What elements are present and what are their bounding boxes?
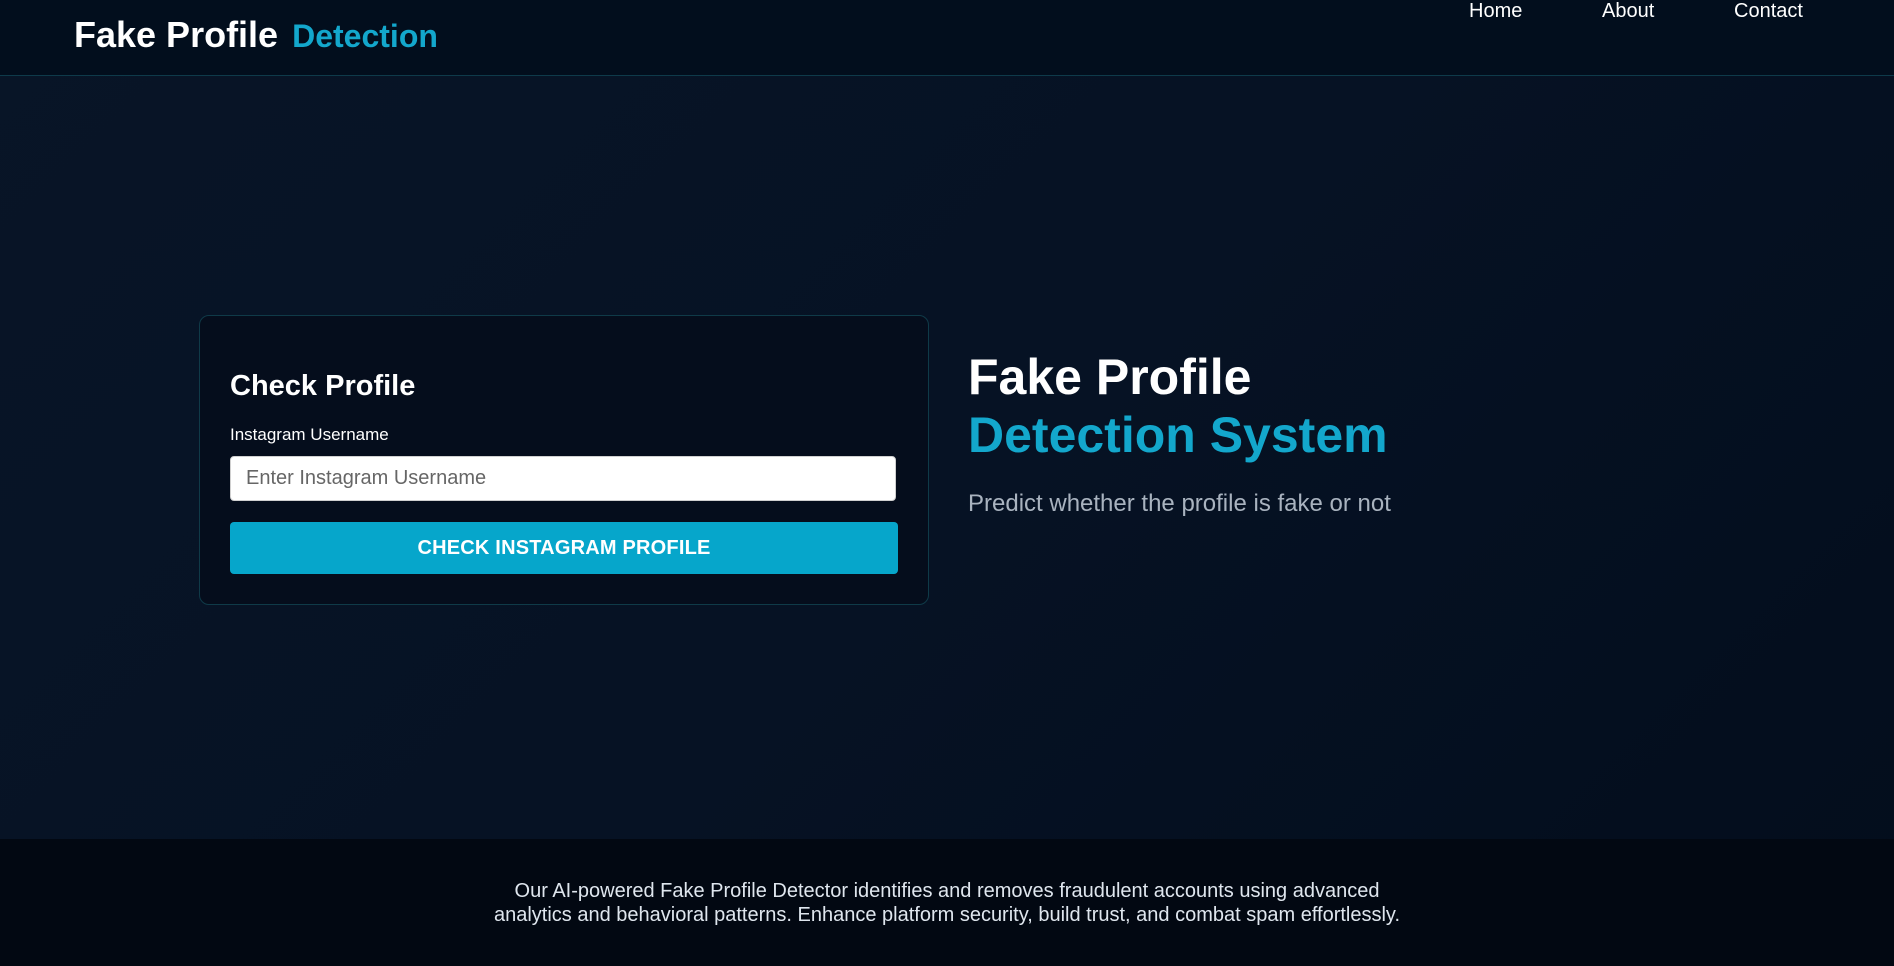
username-label: Instagram Username (230, 425, 389, 444)
footer-description: Our AI-powered Fake Profile Detector ide… (0, 879, 1894, 927)
card-title: Check Profile (230, 370, 416, 402)
hero-title-line2: Detection System (968, 407, 1388, 463)
nav-link-home[interactable]: Home (1469, 0, 1522, 23)
username-input[interactable] (230, 456, 896, 501)
nav-link-about[interactable]: About (1602, 0, 1654, 23)
footer-line-2: analytics and behavioral patterns. Enhan… (493, 904, 1400, 926)
check-profile-card: Check Profile Instagram Username CHECK I… (199, 315, 929, 605)
brand-logo[interactable]: Fake Profile Detection (74, 14, 438, 56)
check-profile-button[interactable]: CHECK INSTAGRAM PROFILE (230, 522, 898, 574)
navbar: Fake Profile Detection Home About Contac… (0, 0, 1894, 76)
nav-link-contact[interactable]: Contact (1734, 0, 1803, 23)
hero-title-line1: Fake Profile (968, 349, 1252, 405)
hero-title: Fake Profile Detection System (968, 348, 1388, 464)
brand-accent-text: Detection (292, 18, 438, 54)
footer: Our AI-powered Fake Profile Detector ide… (0, 839, 1894, 966)
hero-subtitle: Predict whether the profile is fake or n… (968, 490, 1391, 517)
footer-line-1: Our AI-powered Fake Profile Detector ide… (514, 880, 1380, 902)
brand-main-text: Fake Profile (74, 14, 279, 55)
